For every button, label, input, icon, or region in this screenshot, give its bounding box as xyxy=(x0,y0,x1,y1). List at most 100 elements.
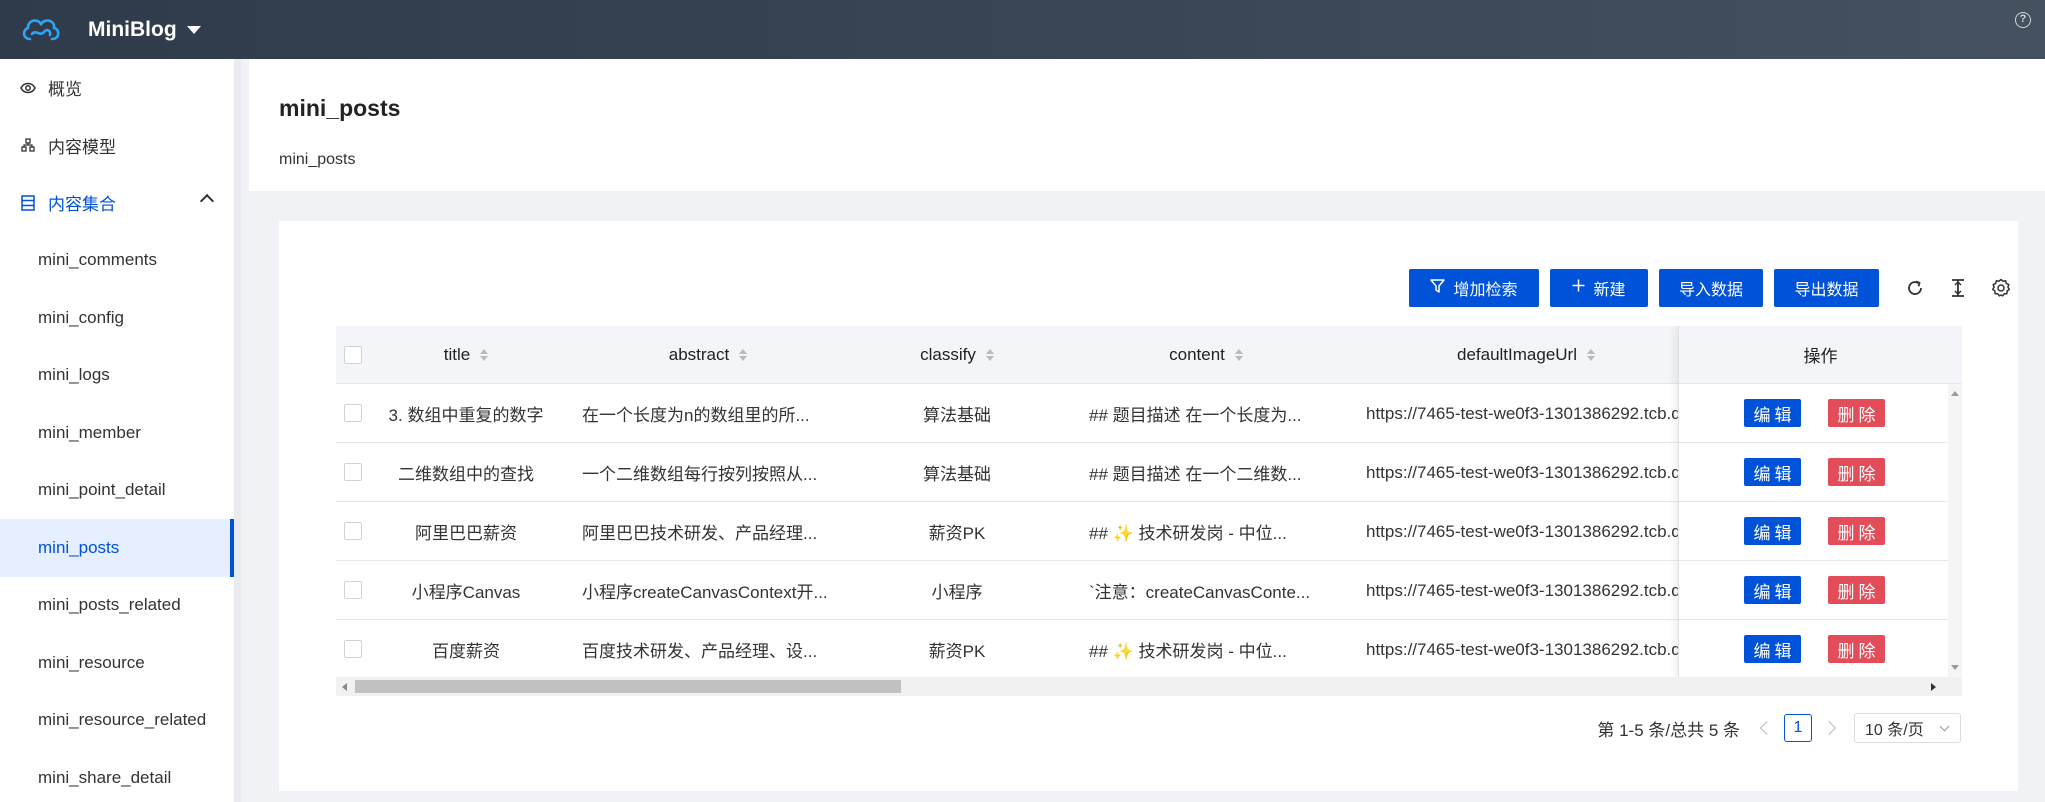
prev-page-icon[interactable] xyxy=(1759,720,1775,736)
cell-content: `注意：createCanvasConte... xyxy=(1089,583,1311,602)
column-content-label: content xyxy=(1169,345,1225,364)
sidebar-subitem-mini-point-detail[interactable]: mini_point_detail xyxy=(0,462,234,520)
row-checkbox[interactable] xyxy=(344,404,362,422)
sidebar-subitem-mini-resource-related[interactable]: mini_resource_related xyxy=(0,692,234,750)
row-checkbox[interactable] xyxy=(344,463,362,481)
sidebar-subitem-mini-share-detail[interactable]: mini_share_detail xyxy=(0,749,234,802)
column-header-actions: 操作 xyxy=(1679,326,1962,384)
settings-gear-icon[interactable] xyxy=(1986,273,2016,303)
edit-button[interactable]: 编辑 xyxy=(1744,517,1801,545)
export-button[interactable]: 导出数据 xyxy=(1774,269,1879,307)
cell-default-image-url: https://7465-test-we0f3-1301386292.tcb.q… xyxy=(1366,580,1678,600)
scroll-up-icon[interactable] xyxy=(1951,391,1959,396)
row-actions: 编辑 删除 xyxy=(1679,502,1950,561)
plus-icon xyxy=(1572,279,1585,297)
column-classify-label: classify xyxy=(920,345,976,364)
sidebar-item-content-collection[interactable]: 内容集合 xyxy=(0,174,234,232)
model-icon xyxy=(20,137,36,153)
delete-button[interactable]: 删除 xyxy=(1828,635,1885,663)
sidebar-subitem-mini-comments[interactable]: mini_comments xyxy=(0,232,234,290)
page-title: mini_posts xyxy=(279,95,401,121)
scrollbar-thumb[interactable] xyxy=(355,680,901,693)
column-header-title[interactable]: title xyxy=(384,326,548,384)
sidebar-subitem-mini-config[interactable]: mini_config xyxy=(0,289,234,347)
refresh-icon[interactable] xyxy=(1900,273,1930,303)
page-size-select[interactable]: 10 条/页 xyxy=(1854,713,1961,743)
sidebar-subitem-mini-resource[interactable]: mini_resource xyxy=(0,634,234,692)
chevron-down-icon xyxy=(1939,721,1950,732)
cell-default-image-url: https://7465-test-we0f3-1301386292.tcb.q… xyxy=(1366,403,1678,423)
edit-button[interactable]: 编辑 xyxy=(1744,576,1801,604)
sort-icon[interactable] xyxy=(739,349,748,361)
density-icon[interactable] xyxy=(1943,273,1973,303)
row-checkbox[interactable] xyxy=(344,581,362,599)
chevron-up-icon xyxy=(199,193,215,209)
column-title-label: title xyxy=(443,345,471,364)
select-all-checkbox[interactable] xyxy=(344,346,362,364)
delete-button[interactable]: 删除 xyxy=(1828,517,1885,545)
delete-button[interactable]: 删除 xyxy=(1828,399,1885,427)
row-checkbox[interactable] xyxy=(344,522,362,540)
cell-abstract: 在一个长度为n的数组里的所... xyxy=(582,406,810,425)
delete-button[interactable]: 删除 xyxy=(1828,576,1885,604)
cell-classify: 薪资PK xyxy=(928,524,986,543)
row-checkbox[interactable] xyxy=(344,640,362,658)
top-bar: MiniBlog ? xyxy=(0,0,2045,59)
pagination-summary: 第 1-5 条/总共 5 条 xyxy=(1597,720,1740,740)
cell-abstract: 阿里巴巴技术研发、产品经理... xyxy=(582,524,818,543)
next-page-icon[interactable] xyxy=(1821,720,1837,736)
sort-icon[interactable] xyxy=(1234,349,1243,361)
add-filter-label: 增加检索 xyxy=(1453,282,1518,299)
page-subtitle: mini_posts xyxy=(279,151,356,168)
app-switcher[interactable]: MiniBlog xyxy=(88,18,201,42)
sidebar-item-label: 内容模型 xyxy=(48,137,116,157)
toolbar: 增加检索 新建 导入数据 导出数据 xyxy=(1409,268,2018,308)
row-actions: 编辑 删除 xyxy=(1679,561,1950,620)
cell-abstract: 百度技术研发、产品经理、设... xyxy=(582,642,818,661)
edit-button[interactable]: 编辑 xyxy=(1744,458,1801,486)
scroll-right-icon[interactable] xyxy=(1931,683,1936,691)
sidebar: 概览 内容模型 内容集合 mini_comments mini_config m… xyxy=(0,59,241,802)
cell-content: ## 题目描述 在一个长度为... xyxy=(1089,406,1302,425)
eye-icon xyxy=(20,80,36,96)
sidebar-subitem-mini-member[interactable]: mini_member xyxy=(0,404,234,462)
sidebar-subitem-mini-posts[interactable]: mini_posts xyxy=(0,519,234,577)
cell-title: 阿里巴巴薪资 xyxy=(415,524,517,543)
horizontal-scrollbar[interactable] xyxy=(336,677,1962,696)
cell-content: ## ✨ 技术研发岗 - 中位... xyxy=(1089,642,1287,661)
sidebar-subitem-mini-logs[interactable]: mini_logs xyxy=(0,347,234,405)
cell-default-image-url: https://7465-test-we0f3-1301386292.tcb.q… xyxy=(1366,521,1678,541)
add-filter-button[interactable]: 增加检索 xyxy=(1409,269,1539,307)
create-label: 新建 xyxy=(1593,282,1626,299)
create-button[interactable]: 新建 xyxy=(1550,269,1648,307)
vertical-scrollbar[interactable] xyxy=(1948,384,1962,677)
column-abstract-label: abstract xyxy=(668,345,730,364)
scroll-down-icon[interactable] xyxy=(1951,665,1959,670)
sort-icon[interactable] xyxy=(480,349,489,361)
sort-icon[interactable] xyxy=(985,349,994,361)
column-header-classify[interactable]: classify xyxy=(868,326,1046,384)
cell-title: 百度薪资 xyxy=(432,642,500,661)
cell-default-image-url: https://7465-test-we0f3-1301386292.tcb.q… xyxy=(1366,462,1678,482)
scroll-left-icon[interactable] xyxy=(342,683,347,691)
sidebar-item-content-model[interactable]: 内容模型 xyxy=(0,117,234,175)
column-header-content[interactable]: content xyxy=(1046,326,1366,384)
edit-button[interactable]: 编辑 xyxy=(1744,399,1801,427)
app-title: MiniBlog xyxy=(88,17,177,41)
sidebar-item-label: 内容集合 xyxy=(48,195,116,215)
column-header-abstract[interactable]: abstract xyxy=(548,326,868,384)
sort-icon[interactable] xyxy=(1587,349,1595,361)
delete-button[interactable]: 删除 xyxy=(1828,458,1885,486)
cell-abstract: 小程序createCanvasContext开... xyxy=(582,583,828,602)
help-icon[interactable]: ? xyxy=(2015,12,2031,28)
import-button[interactable]: 导入数据 xyxy=(1659,269,1763,307)
edit-button[interactable]: 编辑 xyxy=(1744,635,1801,663)
column-header-default-image-url[interactable]: defaultImageUrl xyxy=(1366,326,1686,384)
sidebar-item-overview[interactable]: 概览 xyxy=(0,59,234,117)
caret-down-icon xyxy=(186,25,201,34)
cell-abstract: 一个二维数组每行按列按照从... xyxy=(582,465,818,484)
sidebar-subitem-mini-posts-related[interactable]: mini_posts_related xyxy=(0,577,234,635)
collection-icon xyxy=(20,195,36,211)
page-number-button[interactable]: 1 xyxy=(1784,714,1812,742)
cell-title: 3. 数组中重复的数字 xyxy=(388,406,544,425)
